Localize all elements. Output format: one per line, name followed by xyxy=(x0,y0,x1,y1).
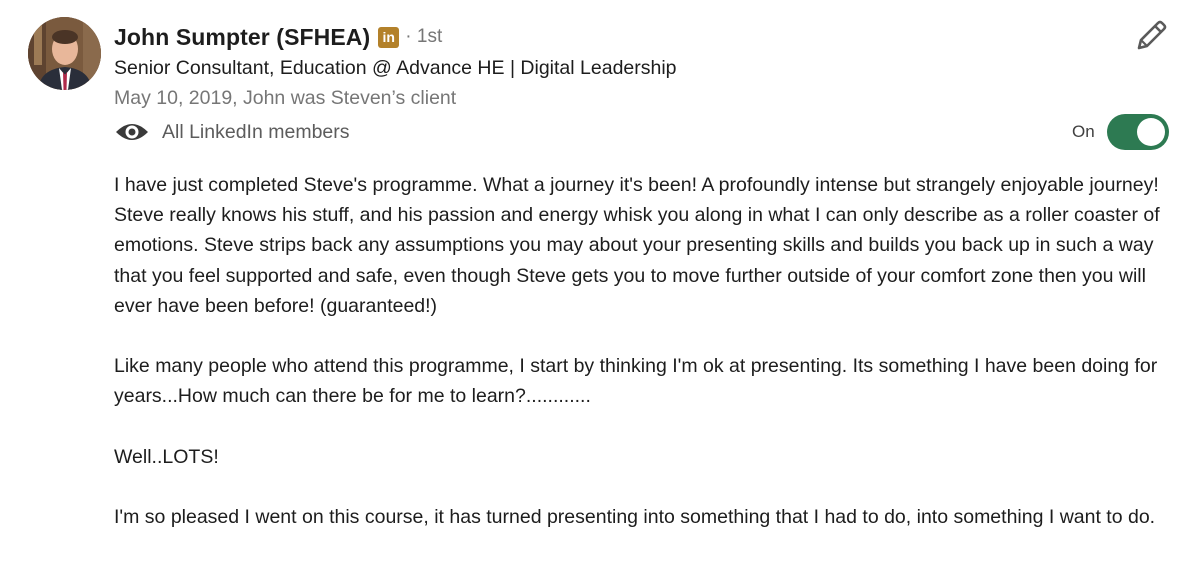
avatar[interactable] xyxy=(28,17,101,90)
toggle-label: On xyxy=(1072,122,1095,141)
visibility-setting: All LinkedIn members xyxy=(114,118,350,146)
connection-degree: · 1st xyxy=(405,26,443,47)
recommendation-date-relationship: May 10, 2019, John was Steven’s client xyxy=(114,87,457,109)
name-row: John Sumpter (SFHEA) in · 1st xyxy=(114,21,442,53)
visibility-label: All LinkedIn members xyxy=(162,120,350,143)
recommendation-paragraph: I'm so pleased I went on this course, it… xyxy=(114,506,1156,529)
eye-icon xyxy=(116,124,148,140)
visibility-toggle-group: On xyxy=(1072,114,1169,150)
recommender-headline: Senior Consultant, Education @ Advance H… xyxy=(114,57,677,79)
linkedin-icon: in xyxy=(378,26,400,48)
recommendation-paragraph: I have just completed Steve's programme.… xyxy=(114,174,1160,317)
visibility-toggle[interactable] xyxy=(1106,114,1169,150)
pencil-icon[interactable] xyxy=(1133,18,1169,54)
toggle-knob xyxy=(1136,118,1165,146)
avatar-photo xyxy=(28,17,101,90)
recommender-name[interactable]: John Sumpter (SFHEA) xyxy=(114,24,370,51)
recommendation-paragraph: Well..LOTS! xyxy=(114,445,219,468)
recommendation-paragraph: Like many people who attend this program… xyxy=(114,355,1158,408)
recommendation-text: I have just completed Steve's programme.… xyxy=(114,170,1184,563)
